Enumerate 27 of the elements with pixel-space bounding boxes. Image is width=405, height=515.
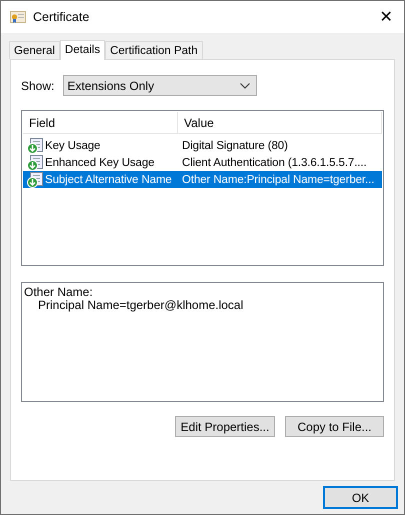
ok-button[interactable]: OK: [323, 486, 398, 509]
field-value: Digital Signature (80): [182, 140, 288, 152]
details-text: Principal Name=tgerber@klhome.local: [37, 299, 244, 312]
field-value: Client Authentication (1.3.6.1.5.5.7....: [182, 156, 367, 168]
show-label: Show:: [21, 78, 54, 92]
tab[interactable]: General: [9, 41, 60, 59]
field-name: Key Usage: [45, 140, 100, 152]
column-header[interactable]: Value: [178, 112, 382, 133]
edit-properties-button[interactable]: Edit Properties...: [175, 416, 275, 437]
close-button[interactable]: ✕: [376, 7, 396, 27]
field-name: Subject Alternative Name: [45, 174, 172, 186]
tab[interactable]: Certification Path: [105, 41, 203, 59]
column-header[interactable]: Field: [23, 112, 178, 133]
tab[interactable]: Details: [60, 40, 106, 60]
field-name: Enhanced Key Usage: [45, 156, 154, 168]
field-icon: [27, 172, 43, 188]
field-icon: [27, 138, 43, 154]
field-icon: [27, 154, 43, 170]
show-dropdown[interactable]: Extensions Only: [63, 75, 258, 96]
chevron-down-icon: [240, 82, 250, 88]
field-row[interactable]: Subject Alternative Name Other Name:Principal Name=tgerber...: [23, 171, 382, 188]
copy-to-file-button[interactable]: Copy to File...: [285, 416, 384, 437]
field-row[interactable]: Enhanced Key Usage Client Authentication (1.3.6.1.5.5.7....: [23, 154, 382, 171]
certificate-icon: [10, 10, 26, 24]
details-text: Other Name:: [24, 286, 94, 299]
field-row[interactable]: Key Usage Digital Signature (80): [23, 137, 382, 154]
window-title: Certificate: [33, 10, 90, 24]
